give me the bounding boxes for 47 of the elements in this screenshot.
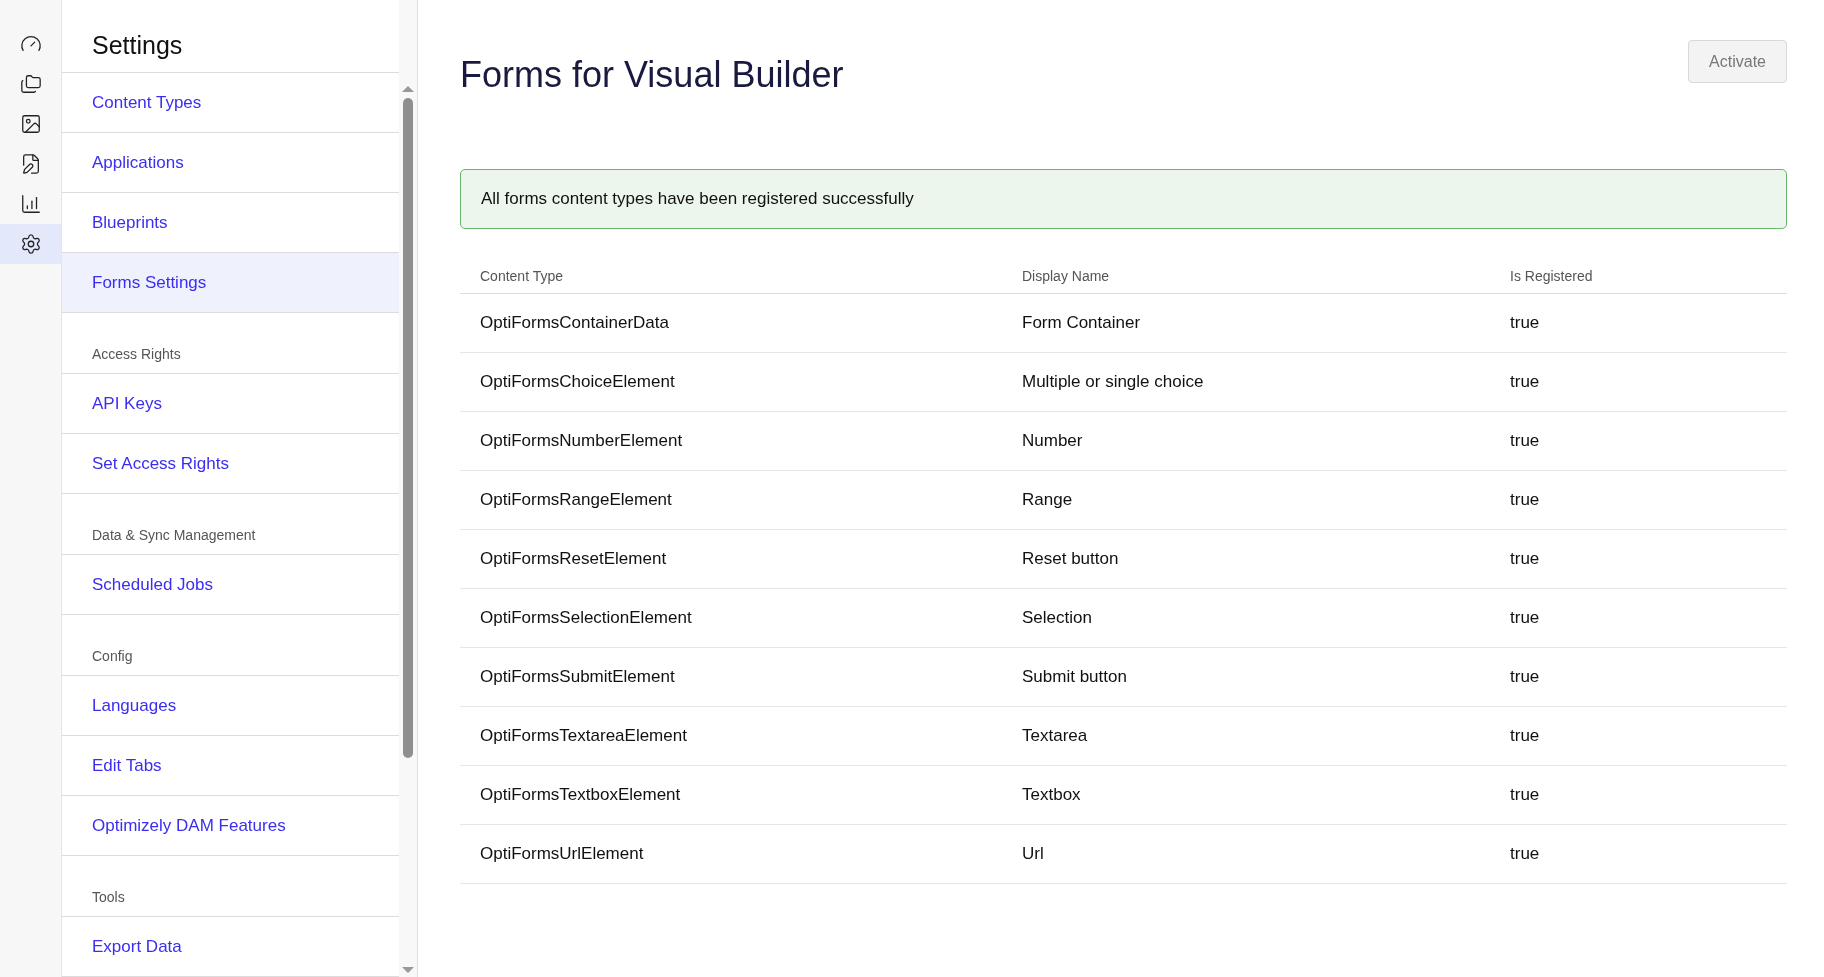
table-cell: Submit button <box>1022 666 1127 686</box>
table-cell: Number <box>1022 430 1083 450</box>
image-icon <box>19 113 42 135</box>
table-cell: Url <box>1022 843 1044 863</box>
table-cell: true <box>1510 489 1540 509</box>
table-cell: Multiple or single choice <box>1022 371 1204 391</box>
section-heading: Tools <box>92 888 125 907</box>
bar-chart-icon <box>19 193 42 215</box>
sidebar-link[interactable]: Forms Settings <box>62 253 399 313</box>
settings-nav-button[interactable] <box>0 224 61 264</box>
table-cell: OptiFormsChoiceElement <box>480 371 675 391</box>
table-cell: OptiFormsContainerData <box>480 312 669 332</box>
table-cell: OptiFormsRangeElement <box>480 489 672 509</box>
table-cell: true <box>1510 312 1540 332</box>
table-cell: true <box>1510 430 1540 450</box>
table-cell: OptiFormsUrlElement <box>480 843 644 863</box>
table-cell: true <box>1510 725 1540 745</box>
table-cell: OptiFormsTextboxElement <box>480 784 681 804</box>
column-header: Display Name <box>1022 267 1110 284</box>
settings-icon <box>19 233 42 255</box>
table-cell: OptiFormsSelectionElement <box>480 607 692 627</box>
table-cell: true <box>1510 607 1540 627</box>
section-heading: Config <box>92 647 133 666</box>
table-cell: Form Container <box>1022 312 1141 332</box>
scrollbar[interactable] <box>399 0 417 977</box>
folders-icon <box>19 73 42 95</box>
table-cell: OptiFormsSubmitElement <box>480 666 675 686</box>
table-cell: true <box>1510 784 1540 804</box>
success-alert: All forms content types have been registered successfully <box>460 169 1787 229</box>
table-cell: true <box>1510 548 1540 568</box>
table-cell: OptiFormsResetElement <box>480 548 667 568</box>
column-header: Content Type <box>480 267 564 284</box>
column-header: Is Registered <box>1510 267 1593 284</box>
table-cell: true <box>1510 843 1540 863</box>
table-cell: true <box>1510 371 1540 391</box>
section-heading: Access Rights <box>92 345 181 364</box>
table-cell: Textarea <box>1022 725 1088 745</box>
table-cell: OptiFormsTextareaElement <box>480 725 687 745</box>
table-cell: Selection <box>1022 607 1092 627</box>
table-cell: true <box>1510 666 1540 686</box>
table-cell: OptiFormsNumberElement <box>480 430 683 450</box>
section-heading: Data & Sync Management <box>92 526 256 545</box>
table-cell: Textbox <box>1022 784 1081 804</box>
sidebar-title: Settings <box>92 29 183 61</box>
table-cell: Reset button <box>1022 548 1119 568</box>
table-cell: Range <box>1022 489 1073 509</box>
page-title: Forms for Visual Builder <box>460 53 844 97</box>
